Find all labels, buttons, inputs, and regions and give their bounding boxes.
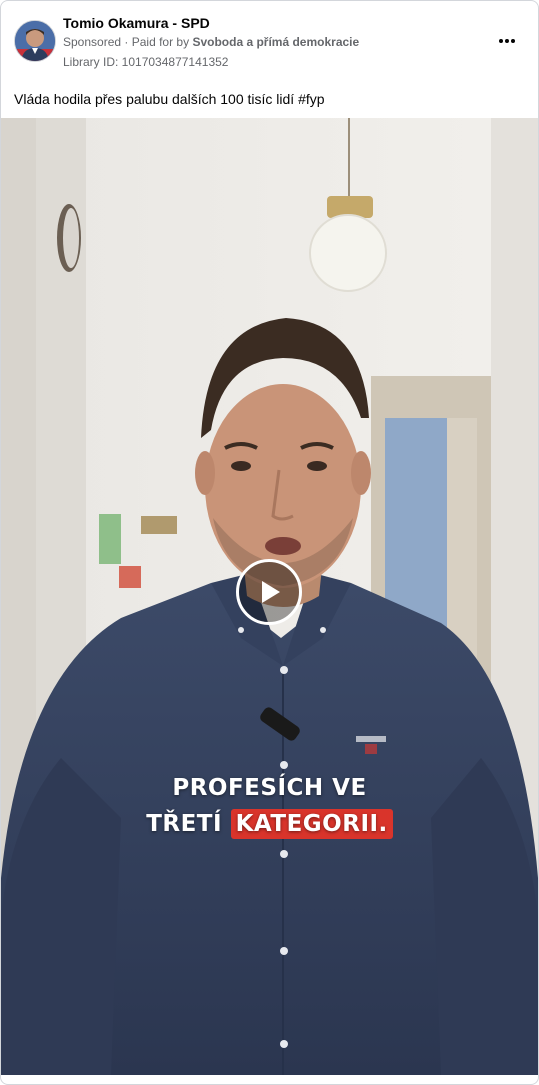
paid-for-prefix: Paid for by (131, 35, 190, 49)
avatar-image (15, 21, 55, 61)
payer-name[interactable]: Svoboda a přímá demokracie (192, 35, 359, 49)
more-options-icon (511, 39, 515, 43)
ad-card: Tomio Okamura - SPD Sponsored · Paid for… (0, 0, 539, 1085)
video-caption-highlight: KATEGORII. (230, 809, 393, 839)
video-caption-line-1: PROFESÍCH VE (172, 775, 367, 801)
play-button[interactable] (236, 559, 302, 625)
more-options-icon (499, 39, 503, 43)
more-options-button[interactable] (493, 29, 521, 53)
avatar[interactable] (14, 20, 56, 62)
post-caption: Vláda hodila přes palubu dalších 100 tis… (14, 91, 325, 107)
video-player[interactable]: PROFESÍCH VE TŘETÍ KATEGORII. (1, 118, 538, 1075)
sponsorship-line: Sponsored · Paid for by Svoboda a přímá … (63, 35, 359, 49)
video-caption-line-2: TŘETÍ KATEGORII. (1, 809, 538, 839)
library-id: Library ID: 1017034877141352 (63, 55, 229, 69)
page-name[interactable]: Tomio Okamura - SPD (63, 15, 210, 31)
video-caption-plain: TŘETÍ (146, 811, 223, 837)
play-icon (262, 581, 280, 603)
more-options-icon (505, 39, 509, 43)
sponsored-label: Sponsored (63, 35, 122, 49)
post-header: Tomio Okamura - SPD Sponsored · Paid for… (1, 1, 538, 119)
dot-separator: · (124, 35, 132, 49)
